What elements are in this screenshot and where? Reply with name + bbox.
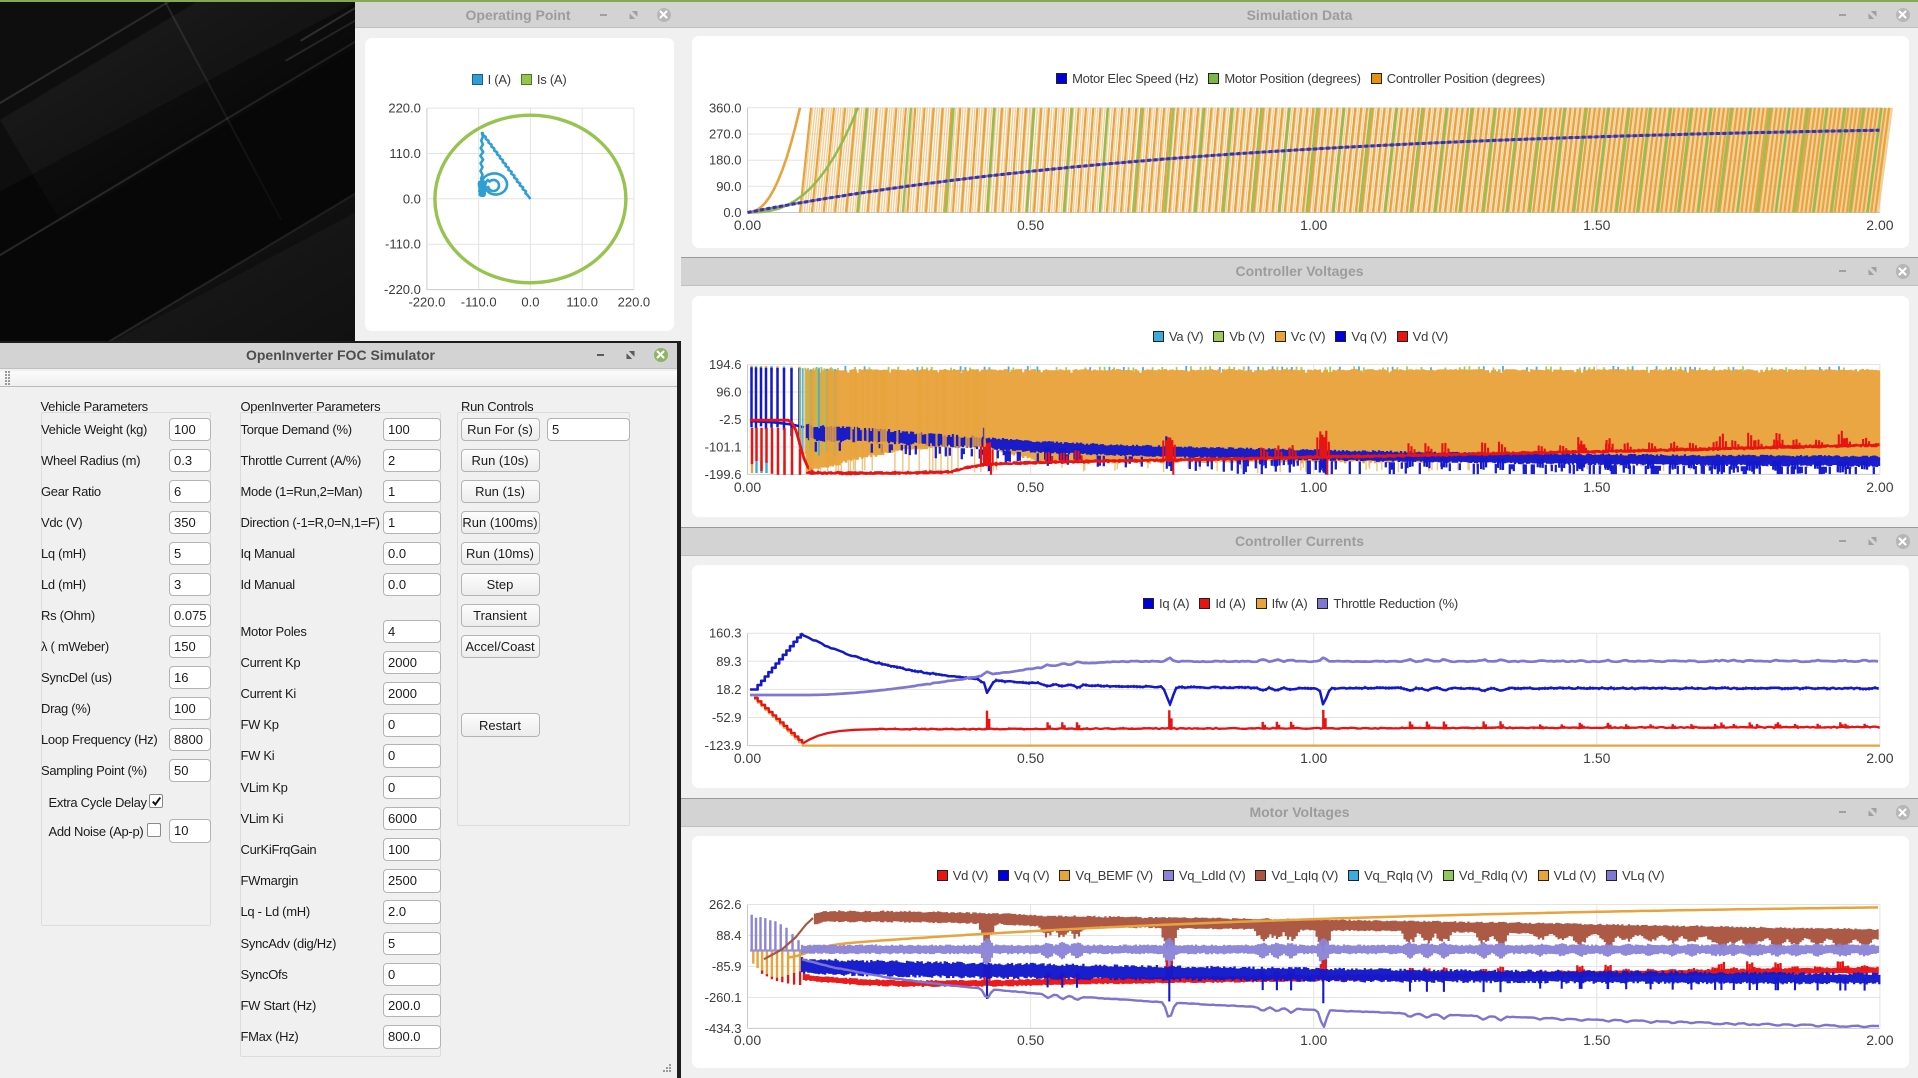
svg-text:180.0: 180.0 — [709, 153, 742, 168]
svg-text:1.00: 1.00 — [1300, 1032, 1327, 1048]
svg-text:0.00: 0.00 — [734, 1032, 761, 1048]
svg-text:1.00: 1.00 — [1300, 479, 1327, 495]
svg-text:-110.0: -110.0 — [460, 295, 496, 310]
svg-text:90.0: 90.0 — [716, 179, 741, 194]
svg-text:0.0: 0.0 — [521, 295, 539, 310]
svg-text:110.0: 110.0 — [389, 146, 421, 161]
svg-text:-110.0: -110.0 — [384, 237, 420, 252]
svg-text:2.00: 2.00 — [1866, 217, 1893, 233]
svg-text:0.50: 0.50 — [1017, 479, 1044, 495]
svg-text:-2.5: -2.5 — [719, 412, 741, 427]
svg-text:-52.9: -52.9 — [712, 710, 742, 725]
svg-text:0.00: 0.00 — [734, 479, 761, 495]
svg-text:0.00: 0.00 — [734, 217, 761, 233]
svg-text:-85.9: -85.9 — [712, 959, 742, 974]
svg-text:0.00: 0.00 — [734, 750, 761, 766]
svg-text:1.50: 1.50 — [1583, 1032, 1610, 1048]
svg-text:1.50: 1.50 — [1583, 750, 1610, 766]
svg-text:1.00: 1.00 — [1300, 217, 1327, 233]
svg-text:18.2: 18.2 — [716, 682, 741, 697]
svg-text:0.50: 0.50 — [1017, 1032, 1044, 1048]
svg-text:2.00: 2.00 — [1866, 1032, 1893, 1048]
svg-text:270.0: 270.0 — [709, 127, 742, 142]
svg-text:0.0: 0.0 — [402, 191, 420, 206]
svg-text:2.00: 2.00 — [1866, 479, 1893, 495]
svg-text:1.00: 1.00 — [1300, 750, 1327, 766]
svg-text:160.3: 160.3 — [709, 626, 742, 641]
svg-text:88.4: 88.4 — [716, 928, 741, 943]
svg-text:-101.1: -101.1 — [705, 439, 742, 454]
svg-text:1.50: 1.50 — [1583, 479, 1610, 495]
svg-text:-260.1: -260.1 — [705, 990, 742, 1005]
svg-text:0.50: 0.50 — [1017, 217, 1044, 233]
svg-text:262.6: 262.6 — [709, 897, 742, 912]
svg-text:96.0: 96.0 — [716, 385, 741, 400]
svg-text:220.0: 220.0 — [388, 101, 421, 116]
svg-text:2.00: 2.00 — [1866, 750, 1893, 766]
svg-text:360.0: 360.0 — [709, 100, 742, 115]
svg-text:1.50: 1.50 — [1583, 217, 1610, 233]
svg-text:194.6: 194.6 — [709, 357, 742, 372]
svg-text:110.0: 110.0 — [566, 295, 598, 310]
svg-text:0.50: 0.50 — [1017, 750, 1044, 766]
svg-text:220.0: 220.0 — [617, 295, 650, 310]
svg-text:-220.0: -220.0 — [408, 295, 445, 310]
svg-text:89.3: 89.3 — [716, 654, 741, 669]
